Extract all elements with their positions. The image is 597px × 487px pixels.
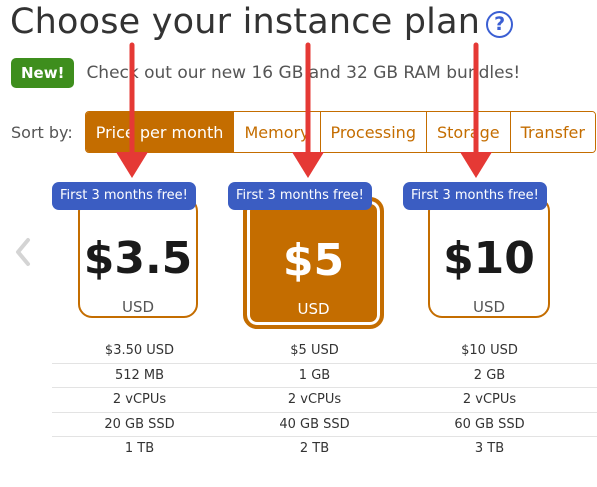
free-months-badge: First 3 months free! bbox=[52, 182, 196, 210]
plan-card-3-5[interactable]: $3.5 USD bbox=[78, 197, 198, 318]
banner-text: Check out our new 16 GB and 32 GB RAM bu… bbox=[86, 63, 521, 83]
new-badge: New! bbox=[11, 58, 75, 88]
sort-tab-memory[interactable]: Memory bbox=[233, 112, 320, 152]
spec-row-processing: 2 vCPUs 2 vCPUs 2 vCPUs bbox=[52, 387, 597, 412]
plan-currency: USD bbox=[121, 298, 155, 316]
free-months-badge: First 3 months free! bbox=[403, 182, 547, 210]
spec-cell: 2 GB bbox=[473, 367, 506, 383]
plan-price: $5 bbox=[282, 235, 345, 286]
instance-plan-page: Choose your instance plan ? New! Check o… bbox=[0, 0, 597, 487]
title-row: Choose your instance plan ? bbox=[10, 2, 514, 42]
plan-card-10[interactable]: $10 USD bbox=[428, 197, 550, 318]
spec-cell: $5 USD bbox=[290, 343, 339, 359]
spec-cell: 2 vCPUs bbox=[112, 392, 167, 408]
spec-row-transfer: 1 TB 2 TB 3 TB bbox=[52, 436, 597, 461]
spec-cell: 1 TB bbox=[124, 441, 155, 457]
spec-cell: 1 GB bbox=[298, 367, 331, 383]
sort-tab-transfer[interactable]: Transfer bbox=[509, 112, 595, 152]
spec-cell: 512 MB bbox=[114, 367, 165, 383]
plan-currency: USD bbox=[297, 300, 330, 318]
plan-currency: USD bbox=[472, 298, 506, 316]
plan-price: $3.5 bbox=[83, 233, 193, 284]
spec-cell: 2 TB bbox=[299, 441, 330, 457]
question-mark-circle-icon[interactable]: ? bbox=[486, 10, 514, 38]
spec-cell: 2 vCPUs bbox=[287, 392, 342, 408]
spec-cell: 3 TB bbox=[474, 441, 505, 457]
chevron-left-icon[interactable] bbox=[14, 234, 32, 270]
spec-cell: 40 GB SSD bbox=[279, 416, 350, 432]
plan-price: $10 bbox=[443, 233, 535, 284]
spec-cell: 20 GB SSD bbox=[104, 416, 175, 432]
sort-tab-price-per-month[interactable]: Price per month bbox=[85, 112, 234, 152]
spec-row-memory: 512 MB 1 GB 2 GB bbox=[52, 362, 597, 388]
sort-label: Sort by: bbox=[11, 122, 73, 142]
spec-cell: 60 GB SSD bbox=[454, 416, 525, 432]
spec-row-storage: 20 GB SSD 40 GB SSD 60 GB SSD bbox=[52, 411, 597, 437]
sort-tab-processing[interactable]: Processing bbox=[319, 112, 426, 152]
spec-cell: $10 USD bbox=[461, 343, 518, 359]
spec-cell: 2 vCPUs bbox=[462, 392, 517, 408]
sort-tab-group: Price per month Memory Processing Storag… bbox=[84, 111, 596, 153]
announcement-banner: New! Check out our new 16 GB and 32 GB R… bbox=[11, 58, 520, 88]
plan-card-5[interactable]: $5 USD bbox=[243, 197, 384, 329]
free-months-badge: First 3 months free! bbox=[228, 182, 372, 210]
page-title: Choose your instance plan bbox=[10, 2, 481, 42]
spec-cell: $3.50 USD bbox=[104, 343, 175, 359]
sort-row: Sort by: Price per month Memory Processi… bbox=[11, 111, 596, 153]
plan-specs-table: $3.50 USD $5 USD $10 USD 512 MB 1 GB 2 G… bbox=[52, 339, 597, 461]
sort-tab-storage[interactable]: Storage bbox=[425, 112, 510, 152]
spec-row-price: $3.50 USD $5 USD $10 USD bbox=[52, 339, 597, 363]
